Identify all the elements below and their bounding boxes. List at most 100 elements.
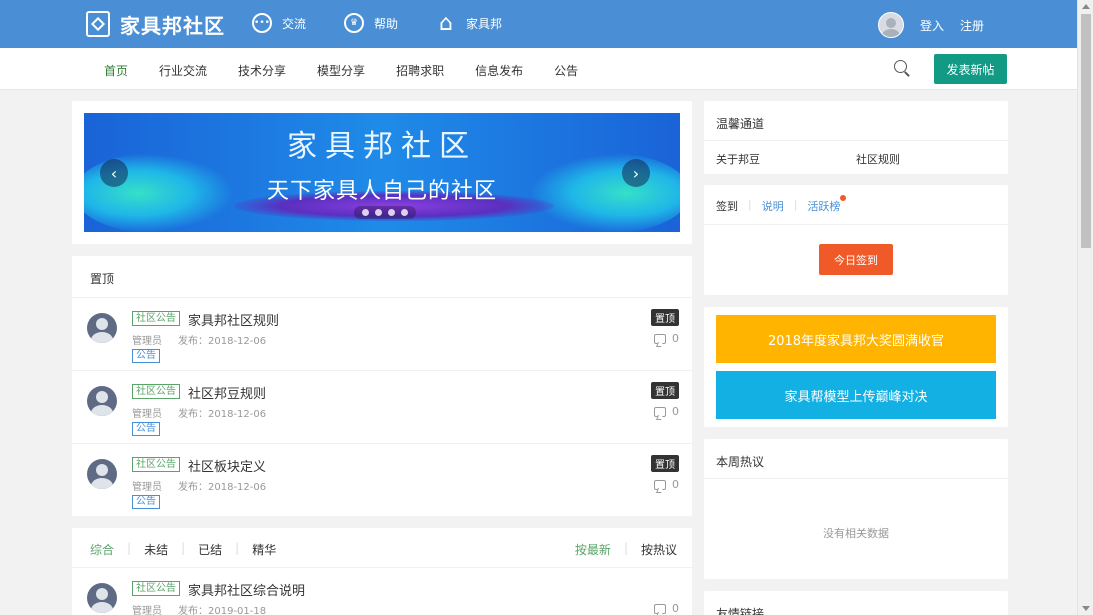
tab-active-ranking[interactable]: 活跃榜 [807,195,847,213]
table-row[interactable]: 社区公告 家具邦社区综合说明 管理员 发布：2019-01-18 0 [72,568,692,615]
banner-pagination [354,206,416,219]
avatar[interactable] [87,313,117,343]
pinned-badge: 置顶 [651,309,679,326]
thread-date: 发布：2019-01-18 [178,606,267,615]
sort-hot[interactable]: 按热议 [641,541,677,558]
thread-author[interactable]: 管理员 [132,606,162,615]
topnav-label: 交流 [282,16,307,31]
nav-models[interactable]: 模型分享 [317,62,365,79]
thread-author[interactable]: 管理员 [132,409,162,420]
thread-date: 发布：2018-12-06 [178,482,267,493]
pinned-heading: 置顶 [72,256,692,298]
banner-dot[interactable] [375,209,382,216]
avatar[interactable] [87,386,117,416]
category-badge[interactable]: 社区公告 [132,581,180,596]
banner-dot[interactable] [388,209,395,216]
table-row[interactable]: 社区公告 社区板块定义 管理员 发布：2018-12-06 公告 置顶 0 [72,444,692,517]
filter-closed[interactable]: 已结 [198,541,222,558]
thread-author[interactable]: 管理员 [132,336,162,347]
nav-jobs[interactable]: 招聘求职 [396,62,444,79]
thread-title[interactable]: 社区板块定义 [188,456,266,475]
comment-icon [654,333,666,344]
link-about-points[interactable]: 关于邦豆 [716,151,856,167]
comment-icon [654,479,666,490]
divider: | [748,198,752,211]
comment-icon [654,603,666,614]
nav-info[interactable]: 信息发布 [475,62,523,79]
thread-title[interactable]: 社区邦豆规则 [188,383,266,402]
table-row[interactable]: 社区公告 社区邦豆规则 管理员 发布：2018-12-06 公告 置顶 0 [72,371,692,444]
new-post-button[interactable]: 发表新帖 [934,54,1007,84]
filter-open[interactable]: 未结 [144,541,168,558]
chat-icon: ••• [252,13,272,33]
category-badge[interactable]: 社区公告 [132,457,180,472]
thread-tag[interactable]: 公告 [132,422,160,436]
table-row[interactable]: 社区公告 家具邦社区规则 管理员 发布：2018-12-06 公告 置顶 0 [72,298,692,371]
thread-date: 发布：2018-12-06 [178,336,267,347]
crown-icon: ♛ [344,13,365,33]
banner-prev-button[interactable]: ‹ [100,159,128,187]
topnav-help[interactable]: ♛ 帮助 [344,13,398,33]
avatar[interactable] [87,459,117,489]
topnav-home[interactable]: ⌂ 家具邦 [436,11,503,36]
search-icon[interactable] [894,60,910,76]
filter-all[interactable]: 综合 [90,541,114,558]
topnav-label: 帮助 [374,16,399,31]
topnav-exchange[interactable]: ••• 交流 [252,13,306,33]
thread-meta: 管理员 发布：2018-12-06 [132,405,266,420]
login-link[interactable]: 登入 [920,17,944,34]
comment-count-value: 0 [672,332,679,345]
quick-links-card: 温馨通道 关于邦豆 社区规则 [704,101,1008,174]
avatar[interactable] [87,583,117,613]
banner-dot[interactable] [401,209,408,216]
thread-author[interactable]: 管理员 [132,482,162,493]
page-scrollbar[interactable] [1077,0,1093,615]
divider: | [235,541,240,555]
category-badge[interactable]: 社区公告 [132,384,180,399]
thread-date: 发布：2018-12-06 [178,409,267,420]
weekly-hot-card: 本周热议 没有相关数据 [704,439,1008,579]
filter-featured[interactable]: 精华 [252,541,276,558]
banner-carousel[interactable]: 家具邦社区 天下家具人自己的社区 ‹ › [84,113,680,232]
divider: | [793,198,798,211]
sort-latest[interactable]: 按最新 [575,541,611,558]
nav-announce[interactable]: 公告 [554,62,578,79]
scroll-down-icon[interactable] [1082,606,1090,611]
link-community-rules[interactable]: 社区规则 [856,151,996,167]
category-badge[interactable]: 社区公告 [132,311,180,326]
banner-card: 家具邦社区 天下家具人自己的社区 ‹ › [72,101,692,244]
comment-count: 0 [654,332,679,345]
banner-next-button[interactable]: › [622,159,650,187]
thread-title[interactable]: 家具邦社区综合说明 [188,580,305,599]
thread-tag[interactable]: 公告 [132,349,160,363]
promo-banner-awards[interactable]: 2018年度家具邦大奖圆满收官 [716,315,996,363]
topnav-label: 家具邦 [466,16,503,31]
nav-tech[interactable]: 技术分享 [238,62,286,79]
top-header: 家具邦社区 ••• 交流 ♛ 帮助 ⌂ 家具邦 登入 注册 [0,0,1077,48]
checkin-card: 签到 | 说明 | 活跃榜 今日签到 [704,185,1008,295]
site-logo[interactable]: 家具邦社区 [86,10,225,38]
checkin-tabs: 签到 | 说明 | 活跃榜 [704,185,1008,225]
promo-banner-upload[interactable]: 家具帮模型上传巅峰对决 [716,371,996,419]
register-link[interactable]: 注册 [960,17,984,34]
nav-industry[interactable]: 行业交流 [159,62,207,79]
friend-links-card: 友情链接 [704,591,1008,615]
avatar[interactable] [877,12,904,38]
comment-count: 0 [654,405,679,418]
filter-tabs: 综合 | 未结 | 已结 | 精华 [90,541,276,558]
thread-meta: 管理员 发布：2018-12-06 [132,478,266,493]
banner-dot[interactable] [362,209,369,216]
nav-home[interactable]: 首页 [104,62,128,79]
comment-count: 0 [654,602,679,615]
scrollbar-thumb[interactable] [1081,14,1091,248]
scroll-up-icon[interactable] [1082,4,1090,9]
divider: | [181,541,186,555]
thread-tag[interactable]: 公告 [132,495,160,509]
checkin-button[interactable]: 今日签到 [819,244,893,275]
tab-description[interactable]: 说明 [762,198,784,213]
tab-checkin[interactable]: 签到 [716,198,738,213]
user-area: 登入 注册 [877,12,1000,38]
comment-count-value: 0 [672,478,679,491]
comment-count-value: 0 [672,405,679,418]
thread-title[interactable]: 家具邦社区规则 [188,310,279,329]
